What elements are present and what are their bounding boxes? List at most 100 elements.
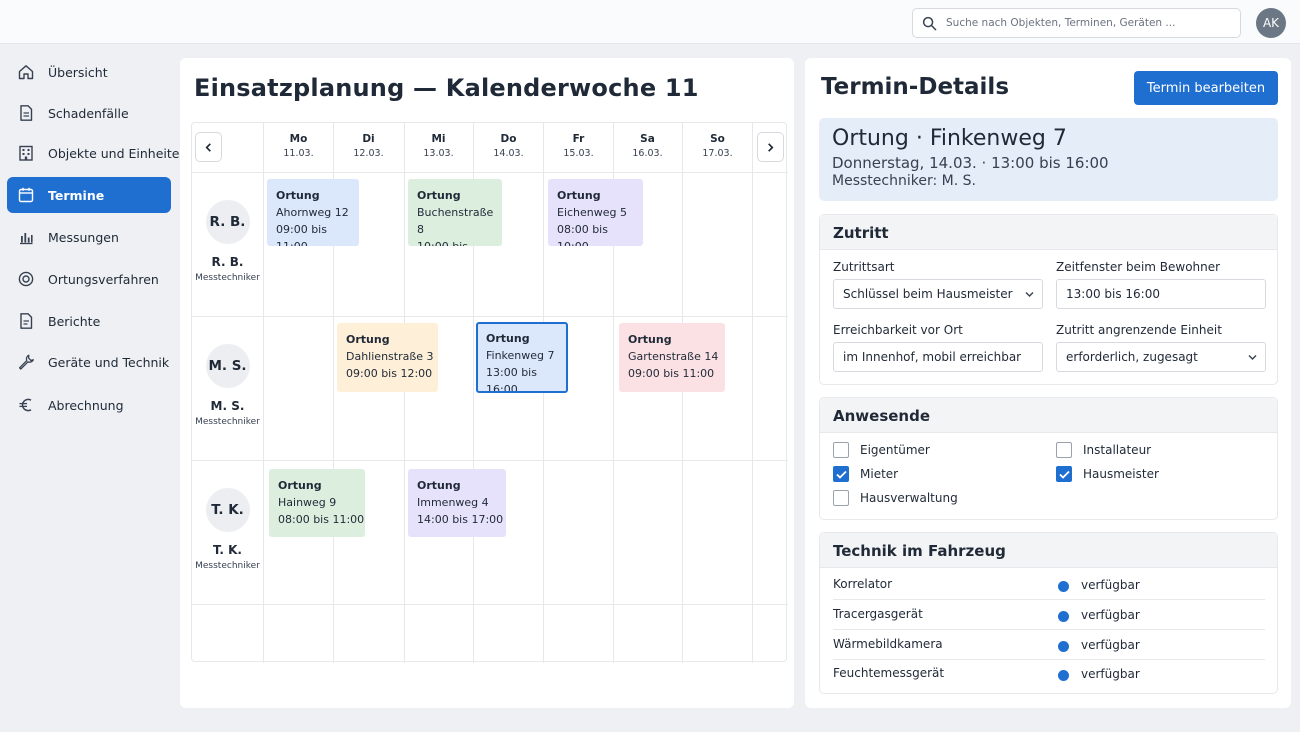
prev-week-button[interactable] [195, 132, 222, 162]
event-title: Ortung [417, 189, 461, 202]
checkbox-label: Eigentümer [860, 443, 930, 457]
equipment-row: Wärmebildkamera verfügbar [833, 630, 1265, 660]
checkbox-mieter[interactable]: Mieter [833, 466, 898, 482]
page-title: Einsatzplanung — Kalenderwoche 11 [194, 74, 699, 102]
grid-line [192, 604, 788, 605]
day-header-mo: Mo 11.03. [264, 133, 333, 159]
check-icon [1058, 470, 1070, 479]
status-dot [1058, 670, 1069, 681]
adjacent-unit-select[interactable]: erforderlich, zugesagt [1056, 342, 1266, 372]
search-input[interactable]: Suche nach Objekten, Terminen, Geräten .… [912, 8, 1241, 38]
sidebar-item-label: Abrechnung [48, 397, 124, 413]
sidebar-item-label: Übersicht [48, 64, 108, 80]
bar-chart-icon [20, 233, 33, 245]
sidebar-item-label: Messungen [48, 229, 119, 245]
checkbox-hausverwaltung[interactable]: Hausverwaltung [833, 490, 958, 506]
building-icon [19, 145, 33, 161]
avatar: M. S. [205, 344, 250, 388]
technician-tk: T. K. T. K. Messtechniker [192, 488, 263, 571]
sidebar-item-label: Ortungsverfahren [48, 271, 159, 287]
event-address: Buchenstraße 8 [417, 206, 494, 236]
summary-title: Ortung · Finkenweg 7 [832, 126, 1067, 151]
equipment-name: Tracergasgerät [833, 607, 923, 621]
checkbox-label: Mieter [860, 467, 899, 481]
next-week-button[interactable] [757, 132, 784, 162]
access-type-select[interactable]: Schlüssel beim Hausmeister [833, 279, 1043, 309]
technician-rb: R. B. R. B. Messtechniker [192, 200, 263, 283]
event-address: Finkenweg 7 [486, 349, 555, 362]
event-card[interactable]: Ortung Dahlienstraße 3 09:00 bis 12:00 [337, 323, 438, 392]
event-address: Dahlienstraße 3 [346, 350, 434, 363]
grid-line [192, 316, 788, 317]
sidebar-item-termine[interactable]: Termine [7, 177, 171, 213]
event-title: Ortung [417, 479, 461, 492]
event-time: 09:00 bis 11:00 [276, 223, 327, 246]
event-time: 08:00 bis 10:00 [557, 223, 608, 246]
checkbox[interactable] [833, 442, 849, 458]
checkbox-hausmeister[interactable]: Hausmeister [1056, 466, 1159, 482]
checkbox[interactable] [833, 466, 849, 482]
sidebar-item-berichte[interactable]: Berichte [7, 303, 171, 339]
equipment-name: Wärmebildkamera [833, 637, 943, 651]
avatar: T. K. [205, 488, 250, 532]
chevron-down-icon [1025, 292, 1034, 297]
field-value: 13:00 bis 16:00 [1066, 287, 1160, 301]
search-placeholder: Suche nach Objekten, Terminen, Geräten .… [946, 17, 1176, 29]
grid-line [192, 460, 788, 461]
select-value: erforderlich, zugesagt [1066, 350, 1198, 364]
checkbox-installateur[interactable]: Installateur [1056, 442, 1151, 458]
sidebar-item-geraete[interactable]: Geräte und Technik [7, 344, 171, 380]
event-card[interactable]: Ortung Immenweg 4 14:00 bis 17:00 [408, 469, 506, 537]
sidebar-item-messungen[interactable]: Messungen [7, 219, 171, 255]
time-window-field[interactable]: 13:00 bis 16:00 [1056, 279, 1266, 309]
event-card[interactable]: Ortung Buchenstraße 8 10:00 bis 12:00 [408, 179, 502, 246]
avatar[interactable]: AK [1256, 8, 1286, 38]
reachability-field[interactable]: im Innenhof, mobil erreichbar [833, 342, 1043, 372]
event-title: Ortung [486, 332, 530, 345]
day-header-fr: Fr 15.03. [544, 133, 613, 159]
event-card[interactable]: Ortung Hainweg 9 08:00 bis 11:00 [269, 469, 365, 537]
event-card[interactable]: Ortung Eichenweg 5 08:00 bis 10:00 [548, 179, 643, 246]
event-card[interactable]: Ortung Ahornweg 12 09:00 bis 11:00 [267, 179, 359, 246]
sidebar-item-schadenfaelle[interactable]: Schadenfälle [7, 95, 171, 131]
grid-line [263, 123, 264, 663]
checkbox[interactable] [1056, 466, 1072, 482]
check-icon [835, 470, 847, 479]
edit-appointment-button[interactable]: Termin bearbeiten [1134, 71, 1278, 105]
checkbox-eigentuemer[interactable]: Eigentümer [833, 442, 930, 458]
sidebar-item-label: Geräte und Technik [48, 354, 170, 370]
search-icon [922, 16, 937, 30]
select-value: Schlüssel beim Hausmeister [843, 287, 1013, 301]
event-address: Gartenstraße 14 [628, 350, 719, 363]
target-icon [18, 271, 34, 287]
sidebar-item-label: Schadenfälle [48, 105, 129, 121]
event-title: Ortung [557, 189, 601, 202]
day-header-do: Do 14.03. [474, 133, 543, 159]
section-heading: Anwesende [820, 398, 1277, 433]
avatar: R. B. [205, 200, 250, 244]
day-name: So [710, 133, 725, 145]
checkbox[interactable] [1056, 442, 1072, 458]
sidebar-item-abrechnung[interactable]: Abrechnung [7, 387, 171, 423]
grid-line [192, 172, 788, 173]
sidebar-item-label: Berichte [48, 313, 101, 329]
field-label: Erreichbarkeit vor Ort [833, 323, 963, 337]
sidebar-item-objekte[interactable]: Objekte und Einheiten [7, 135, 187, 171]
wrench-icon [18, 354, 34, 370]
technician-ms: M. S. M. S. Messtechniker [192, 344, 263, 427]
event-card[interactable]: Ortung Gartenstraße 14 09:00 bis 11:00 [619, 323, 725, 392]
calendar-icon [18, 187, 34, 203]
sidebar-item-ortungsverfahren[interactable]: Ortungsverfahren [7, 261, 171, 297]
checkbox-label: Installateur [1083, 443, 1152, 457]
event-time: 13:00 bis 16:00 [486, 366, 537, 393]
document-icon [20, 105, 33, 121]
event-card-selected[interactable]: Ortung Finkenweg 7 13:00 bis 16:00 [476, 322, 568, 393]
day-name: Di [362, 133, 375, 145]
home-icon [18, 65, 34, 80]
sidebar-item-uebersicht[interactable]: Übersicht [7, 54, 171, 90]
details-panel: Termin-Details Termin bearbeiten Ortung … [805, 58, 1291, 708]
checkbox[interactable] [833, 490, 849, 506]
attendees-section: Anwesende Eigentümer Installateur Mieter… [819, 397, 1278, 520]
day-header-di: Di 12.03. [334, 133, 403, 159]
equipment-name: Korrelator [833, 577, 893, 591]
